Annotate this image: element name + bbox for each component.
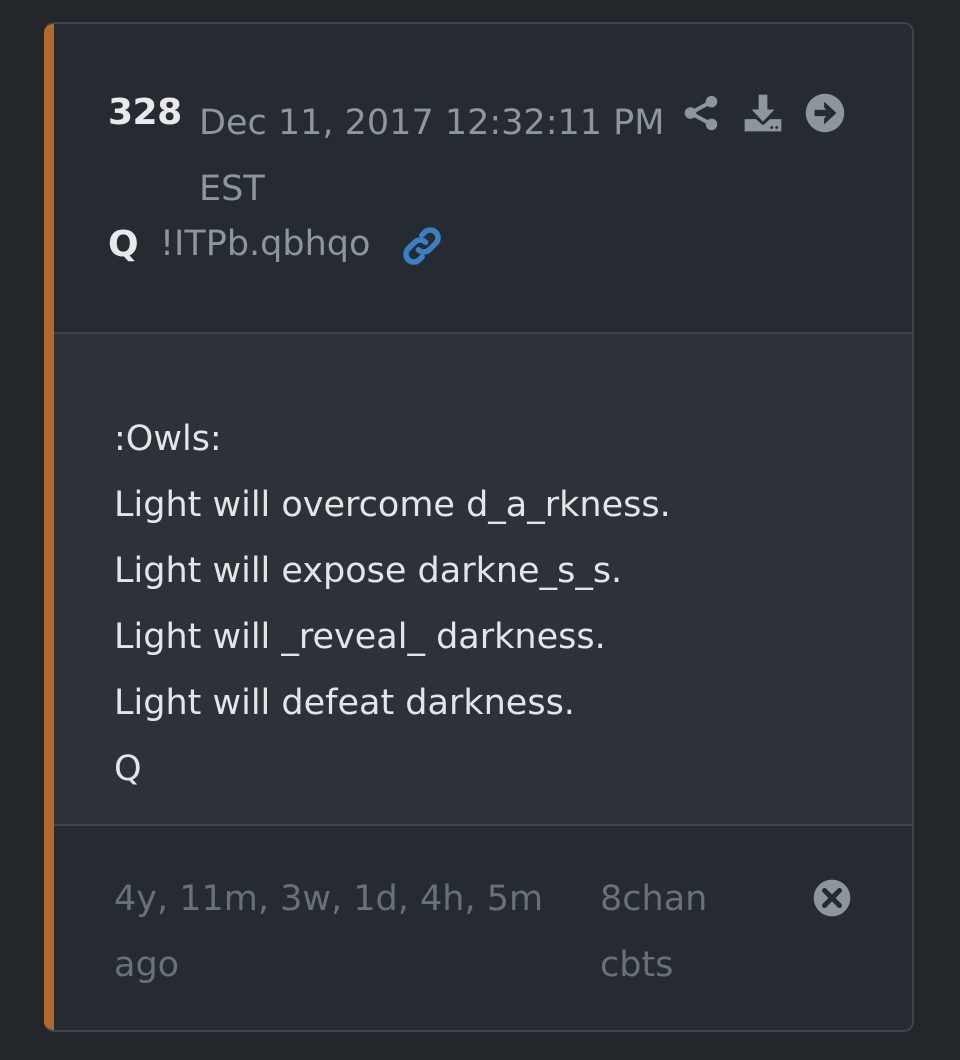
post-body-lines: :Owls: Light will overcome d_a_rkness. L… — [114, 406, 671, 802]
post-body: :Owls: Light will overcome d_a_rkness. L… — [54, 334, 912, 824]
post-body-line: Light will defeat darkness. — [114, 683, 575, 723]
close-circle-icon[interactable] — [812, 878, 852, 918]
share-icon[interactable] — [680, 92, 722, 134]
board-info: 8chan cbts — [600, 879, 708, 985]
post-body-line: Q — [114, 749, 142, 789]
post-body-line: Light will expose darkne_s_s. — [114, 551, 623, 591]
link-icon[interactable] — [400, 224, 444, 268]
relative-time: 4y, 11m, 3w, 1d, 4h, 5m ago — [114, 879, 544, 985]
post-header: 328 Dec 11, 2017 12:32:11 PM EST Q !ITPb… — [54, 24, 912, 332]
arrow-right-circle-icon[interactable] — [804, 92, 846, 134]
accent-bar — [44, 24, 54, 1030]
post-date: Dec 11, 2017 12:32:11 PM EST — [199, 103, 665, 209]
post-card: 328 Dec 11, 2017 12:32:11 PM EST Q !ITPb… — [44, 22, 914, 1032]
tripcode: !ITPb.qbhqo — [160, 224, 371, 264]
post-body-line: Light will _reveal_ darkness. — [114, 617, 606, 657]
post-number[interactable]: 328 — [108, 92, 182, 133]
author-name: Q — [108, 224, 139, 265]
download-icon[interactable] — [742, 92, 784, 134]
post-footer: 4y, 11m, 3w, 1d, 4h, 5m ago 8chan cbts — [54, 826, 912, 1030]
post-body-line: :Owls: — [114, 419, 222, 459]
post-body-line: Light will overcome d_a_rkness. — [114, 485, 671, 525]
